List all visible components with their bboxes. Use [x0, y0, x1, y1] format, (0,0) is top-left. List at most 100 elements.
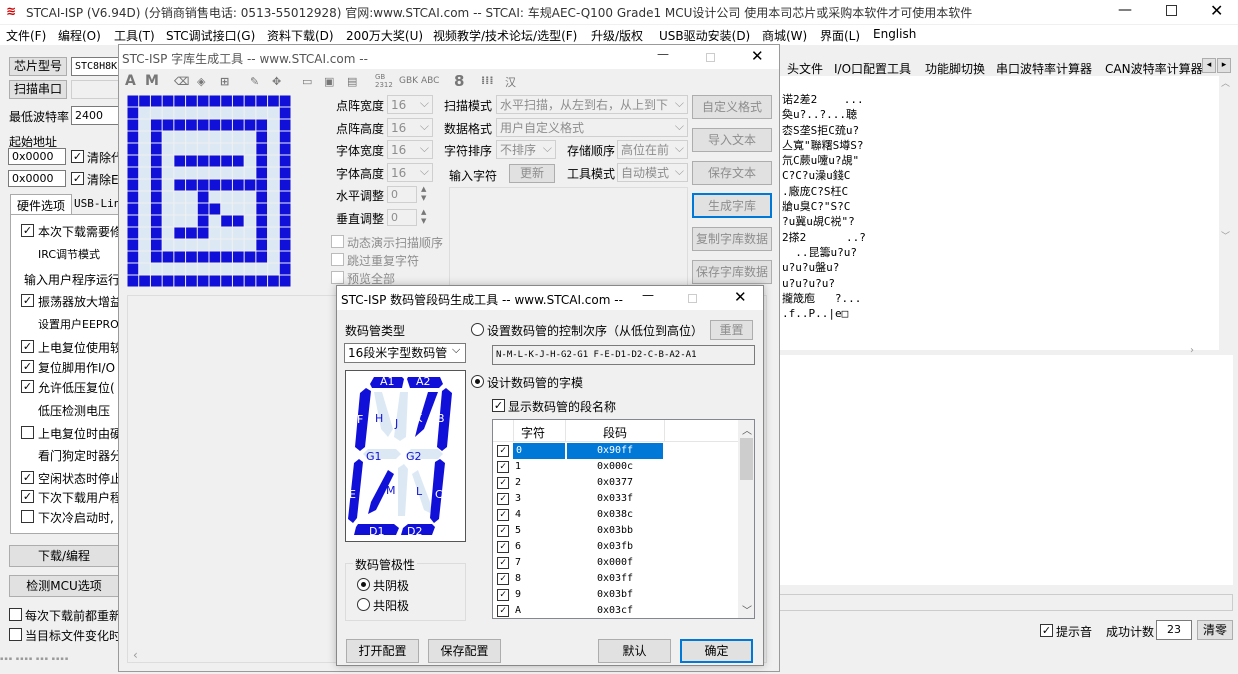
pixel-cell[interactable]: [268, 239, 279, 251]
h-adjust-arrows[interactable]: ▲ ▼: [421, 185, 426, 203]
pixel-cell[interactable]: [244, 215, 256, 227]
pixel-cell[interactable]: [268, 251, 279, 263]
pixel-cell[interactable]: [186, 119, 197, 131]
save-config-button[interactable]: 保存配置: [428, 639, 501, 663]
pixel-cell[interactable]: [186, 107, 197, 119]
pixel-cell[interactable]: [127, 191, 139, 203]
detect-mcu-button[interactable]: 检测MCU选项: [9, 575, 119, 597]
pixel-cell[interactable]: [232, 179, 244, 191]
pixel-cell[interactable]: [244, 251, 256, 263]
pixel-cell[interactable]: [150, 239, 162, 251]
scroll-down-icon[interactable]: ﹀: [742, 602, 752, 617]
row-checkbox[interactable]: ✓: [497, 605, 509, 617]
opt-checkbox-11[interactable]: ✓: [21, 471, 34, 484]
download-button[interactable]: 下载/编程: [9, 545, 119, 567]
pixel-cell[interactable]: [268, 179, 279, 191]
pixel-cell[interactable]: [174, 203, 186, 215]
tab-scroll-right[interactable]: ▸: [1217, 58, 1231, 73]
chip-model-select[interactable]: STC8H8K: [71, 57, 121, 76]
pixel-cell[interactable]: [197, 251, 209, 263]
pixel-cell[interactable]: [221, 191, 232, 203]
opt-checkbox-9[interactable]: [21, 426, 34, 439]
pixel-cell[interactable]: [127, 107, 139, 119]
table-row[interactable]: ✓ 6 0x03fb: [493, 539, 663, 555]
pixel-cell[interactable]: [197, 107, 209, 119]
pixel-cell[interactable]: [186, 239, 197, 251]
opt-checkbox-6[interactable]: ✓: [21, 360, 34, 373]
pixel-cell[interactable]: [150, 107, 162, 119]
pixel-cell[interactable]: [256, 131, 268, 143]
pixel-cell[interactable]: [197, 143, 209, 155]
pixel-cell[interactable]: [174, 119, 186, 131]
pixel-cell[interactable]: [186, 203, 197, 215]
pixel-cell[interactable]: [174, 251, 186, 263]
pixel-cell[interactable]: [268, 203, 279, 215]
row-checkbox[interactable]: ✓: [497, 589, 509, 601]
pixel-cell[interactable]: [139, 215, 150, 227]
pixel-cell[interactable]: [174, 179, 186, 191]
default-button[interactable]: 默认: [598, 639, 671, 663]
eraser-icon[interactable]: ⌫: [174, 75, 190, 88]
table-row[interactable]: ✓ 3 0x033f: [493, 491, 663, 507]
tab-hardware[interactable]: 硬件选项: [10, 194, 73, 214]
update-button[interactable]: 更新: [509, 164, 555, 183]
pixel-cell[interactable]: [139, 143, 150, 155]
pixel-cell[interactable]: [268, 275, 279, 287]
pixel-cell[interactable]: [162, 251, 174, 263]
pixel-cell[interactable]: [139, 263, 150, 275]
menu-prize[interactable]: 200万大奖(U): [346, 27, 423, 44]
row-checkbox[interactable]: ✓: [497, 477, 509, 489]
pixel-cell[interactable]: [232, 143, 244, 155]
pixel-cell[interactable]: [279, 239, 291, 251]
tab-scroll-left[interactable]: ◂: [1202, 58, 1216, 73]
pixel-cell[interactable]: [174, 239, 186, 251]
pixel-cell[interactable]: [209, 203, 221, 215]
pixel-cell[interactable]: [174, 107, 186, 119]
opt-checkbox-0[interactable]: ✓: [21, 224, 34, 237]
tool-mode-select[interactable]: 自动模式: [617, 163, 688, 182]
table-row[interactable]: ✓ 5 0x03bb: [493, 523, 663, 539]
chinese-icon[interactable]: 汉: [505, 74, 516, 90]
pixel-cell[interactable]: [256, 143, 268, 155]
pixel-cell[interactable]: [162, 155, 174, 167]
pixel-cell[interactable]: [186, 95, 197, 107]
pixel-cell[interactable]: [244, 167, 256, 179]
menu-file[interactable]: 文件(F): [6, 27, 46, 44]
tab-io-config[interactable]: I/O口配置工具: [834, 60, 911, 77]
pixel-cell[interactable]: [139, 119, 150, 131]
table-row[interactable]: ✓ 8 0x03ff: [493, 571, 663, 587]
row-checkbox[interactable]: ✓: [497, 573, 509, 585]
sound-checkbox[interactable]: ✓: [1040, 624, 1053, 637]
pixel-cell[interactable]: [232, 239, 244, 251]
pixel-cell[interactable]: [268, 143, 279, 155]
pixel-cell[interactable]: [139, 239, 150, 251]
pixel-cell[interactable]: [127, 95, 139, 107]
custom-format-button[interactable]: 自定义格式: [692, 95, 772, 119]
pixel-cell[interactable]: [174, 215, 186, 227]
pixel-cell[interactable]: [221, 167, 232, 179]
pixel-cell[interactable]: [221, 263, 232, 275]
open-config-button[interactable]: 打开配置: [346, 639, 419, 663]
stamp-icon[interactable]: ⊞: [220, 75, 229, 88]
pixel-cell[interactable]: [174, 227, 186, 239]
pixel-cell[interactable]: [197, 131, 209, 143]
pixel-cell[interactable]: [150, 275, 162, 287]
pixel-cell[interactable]: [256, 179, 268, 191]
control-order-field[interactable]: N-M-L-K-J-H-G2-G1 F-E-D1-D2-C-B-A2-A1: [492, 345, 755, 365]
pixel-cell[interactable]: [244, 155, 256, 167]
opt-checkbox-5[interactable]: ✓: [21, 340, 34, 353]
font-a-icon[interactable]: A: [125, 73, 136, 89]
pixel-cell[interactable]: [221, 155, 232, 167]
log-scrollbar[interactable]: ︿ ﹀: [1219, 76, 1232, 350]
pixel-cell[interactable]: [174, 143, 186, 155]
pixel-cell[interactable]: [256, 215, 268, 227]
gb2312-icon[interactable]: GB 2312: [375, 73, 393, 89]
pixel-cell[interactable]: [186, 191, 197, 203]
pixel-cell[interactable]: [244, 107, 256, 119]
row-checkbox[interactable]: ✓: [497, 461, 509, 473]
pixel-cell[interactable]: [127, 239, 139, 251]
pixel-cell[interactable]: [232, 251, 244, 263]
pixel-cell[interactable]: [221, 215, 232, 227]
pixel-cell[interactable]: [232, 107, 244, 119]
pixel-cell[interactable]: [221, 179, 232, 191]
